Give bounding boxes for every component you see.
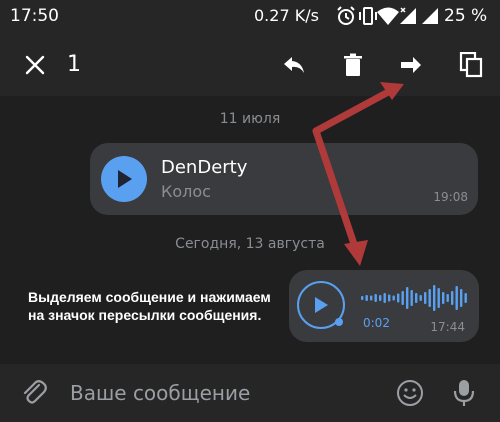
emoji-icon[interactable] bbox=[396, 379, 424, 411]
microphone-icon[interactable] bbox=[452, 378, 476, 412]
message-input-bar: Ваше сообщение bbox=[0, 364, 500, 422]
message-input[interactable]: Ваше сообщение bbox=[70, 381, 250, 405]
attach-icon[interactable] bbox=[20, 378, 48, 410]
annotation-arrow bbox=[312, 82, 404, 266]
